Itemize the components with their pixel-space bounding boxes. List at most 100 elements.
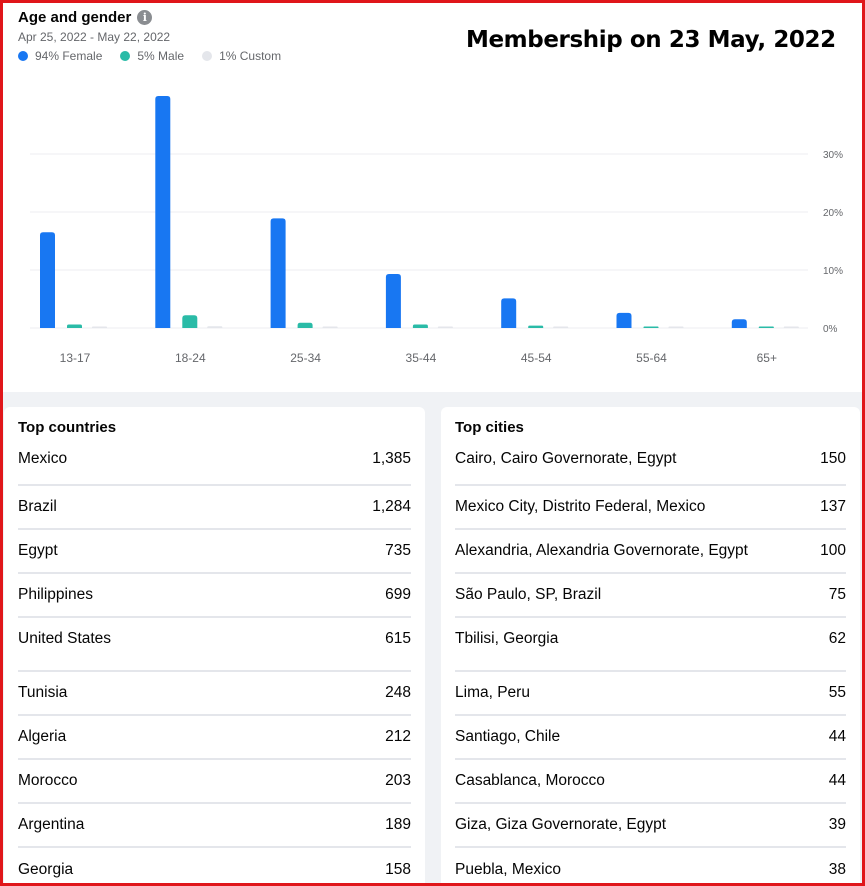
- list-item-count: 248: [385, 684, 411, 701]
- bar-25-34-1[interactable]: [297, 322, 313, 328]
- bar-25-34-0[interactable]: [270, 218, 286, 328]
- list-item-name: Egypt: [18, 542, 58, 559]
- list-item-count: 100: [820, 542, 846, 559]
- list-item: Casablanca, Morocco 44: [455, 760, 846, 804]
- y-tick-label: 20%: [823, 208, 843, 219]
- list-item-name: Tunisia: [18, 684, 68, 701]
- list-item: Mexico City, Distrito Federal, Mexico 137: [455, 486, 846, 530]
- list-item: Cairo, Cairo Governorate, Egypt 150: [455, 443, 846, 486]
- list-item: Georgia 158: [18, 848, 411, 886]
- x-tick-label: 65+: [757, 351, 777, 365]
- list-item: São Paulo, SP, Brazil 75: [455, 574, 846, 618]
- list-item-count: 44: [828, 772, 846, 789]
- list-item-count: 137: [820, 498, 846, 515]
- list-item-name: Casablanca, Morocco: [455, 772, 605, 789]
- list-item-name: Santiago, Chile: [455, 728, 561, 745]
- bar-65+-2[interactable]: [783, 326, 799, 329]
- bar-13-17-1[interactable]: [67, 324, 82, 328]
- bar-45-54-2[interactable]: [553, 326, 569, 329]
- list-item-count: 189: [385, 816, 411, 833]
- y-tick-label: 0%: [823, 324, 838, 335]
- list-item-name: Tbilisi, Georgia: [455, 630, 559, 647]
- list-item-name: Alexandria, Alexandria Governorate, Egyp…: [455, 542, 748, 559]
- bar-18-24-1[interactable]: [182, 315, 198, 328]
- list-item-count: 158: [385, 861, 411, 878]
- list-item: Algeria 212: [18, 716, 411, 760]
- list-item: Brazil 1,284: [18, 486, 411, 530]
- top-countries-list: Mexico 1,385 Brazil 1,284 Egypt 735 Philippine…: [18, 443, 411, 886]
- x-tick-label: 13-17: [60, 351, 91, 365]
- list-item-name: São Paulo, SP, Brazil: [455, 586, 602, 603]
- bar-25-34-2[interactable]: [322, 326, 338, 329]
- x-tick-label: 18-24: [175, 351, 206, 365]
- list-item: Argentina 189: [18, 804, 411, 848]
- top-countries-card: Top countries Mexico 1,385 Brazil 1,284 Egyp…: [4, 407, 425, 883]
- x-tick-label: 25-34: [290, 351, 321, 365]
- list-item-count: 62: [828, 630, 846, 647]
- list-item: Tbilisi, Georgia 62: [455, 618, 846, 672]
- list-item-name: Mexico City, Distrito Federal, Mexico: [455, 498, 706, 515]
- list-item-count: 203: [385, 772, 411, 789]
- bar-chart: 0% 10% 20% 30% 13-17 18-24 25-34 35-44 45-54 55-6…: [30, 96, 843, 365]
- top-cities-list: Cairo, Cairo Governorate, Egypt 150 Mexico…: [455, 443, 846, 886]
- x-tick-label: 35-44: [406, 351, 437, 365]
- list-item-name: Brazil: [18, 498, 57, 515]
- list-item-count: 735: [385, 542, 411, 559]
- list-item-name: Cairo, Cairo Governorate, Egypt: [455, 450, 677, 467]
- list-item: Alexandria, Alexandria Governorate, Egyp…: [455, 530, 846, 574]
- bar-18-24-0[interactable]: [155, 96, 171, 328]
- bar-55-64-1[interactable]: [643, 326, 659, 329]
- y-tick-label: 30%: [823, 150, 843, 161]
- bar-18-24-2[interactable]: [207, 326, 223, 328]
- list-item-name: Mexico: [18, 450, 68, 467]
- list-item: Mexico 1,385: [18, 443, 411, 486]
- x-tick-label: 55-64: [636, 351, 667, 365]
- list-item-name: Morocco: [18, 772, 78, 789]
- bar-35-44-1[interactable]: [412, 324, 428, 328]
- list-item-name: Lima, Peru: [455, 684, 530, 701]
- list-item-count: 1,385: [372, 450, 411, 467]
- bar-65+-0[interactable]: [731, 319, 747, 328]
- bar-35-44-2[interactable]: [437, 326, 453, 329]
- list-item-count: 38: [828, 861, 846, 878]
- list-item-count: 1,284: [372, 498, 411, 515]
- top-countries-title: Top countries: [18, 419, 117, 436]
- list-item-name: Argentina: [18, 816, 85, 833]
- list-item-count: 44: [828, 728, 846, 745]
- list-item-count: 55: [828, 684, 846, 701]
- list-item: Philippines 699: [18, 574, 411, 618]
- bar-55-64-0[interactable]: [616, 312, 632, 328]
- bar-65+-1[interactable]: [758, 326, 774, 329]
- list-item: Lima, Peru 55: [455, 672, 846, 716]
- x-tick-label: 45-54: [521, 351, 552, 365]
- list-item: Egypt 735: [18, 530, 411, 574]
- list-item: Morocco 203: [18, 760, 411, 804]
- bar-45-54-0[interactable]: [501, 298, 517, 328]
- list-item: Tunisia 248: [18, 672, 411, 716]
- list-item-count: 150: [820, 450, 846, 467]
- list-item-name: Giza, Giza Governorate, Egypt: [455, 816, 667, 833]
- top-cities-title: Top cities: [455, 419, 524, 436]
- list-item-count: 615: [385, 630, 411, 647]
- list-item-name: United States: [18, 630, 112, 647]
- list-item: Puebla, Mexico 38: [455, 848, 846, 886]
- bar-13-17-2[interactable]: [92, 326, 107, 329]
- list-item-name: Philippines: [18, 586, 93, 603]
- list-item-count: 39: [828, 816, 846, 833]
- list-item-name: Puebla, Mexico: [455, 861, 561, 878]
- list-item-name: Georgia: [18, 861, 74, 878]
- bar-35-44-0[interactable]: [385, 274, 401, 328]
- list-item-count: 212: [385, 728, 411, 745]
- y-tick-label: 10%: [823, 266, 843, 277]
- list-item: United States 615: [18, 618, 411, 672]
- list-item-count: 699: [385, 586, 411, 603]
- bar-55-64-2[interactable]: [668, 326, 684, 329]
- list-item: Santiago, Chile 44: [455, 716, 846, 760]
- bar-45-54-1[interactable]: [528, 325, 544, 328]
- top-cities-card: Top cities Cairo, Cairo Governorate, Egy…: [441, 407, 860, 883]
- list-item-count: 75: [828, 586, 846, 603]
- bar-13-17-0[interactable]: [40, 232, 55, 328]
- list-item: Giza, Giza Governorate, Egypt 39: [455, 804, 846, 848]
- list-item-name: Algeria: [18, 728, 67, 745]
- age-gender-card: Age and gender i Apr 25, 2022 - May 22, …: [3, 3, 862, 392]
